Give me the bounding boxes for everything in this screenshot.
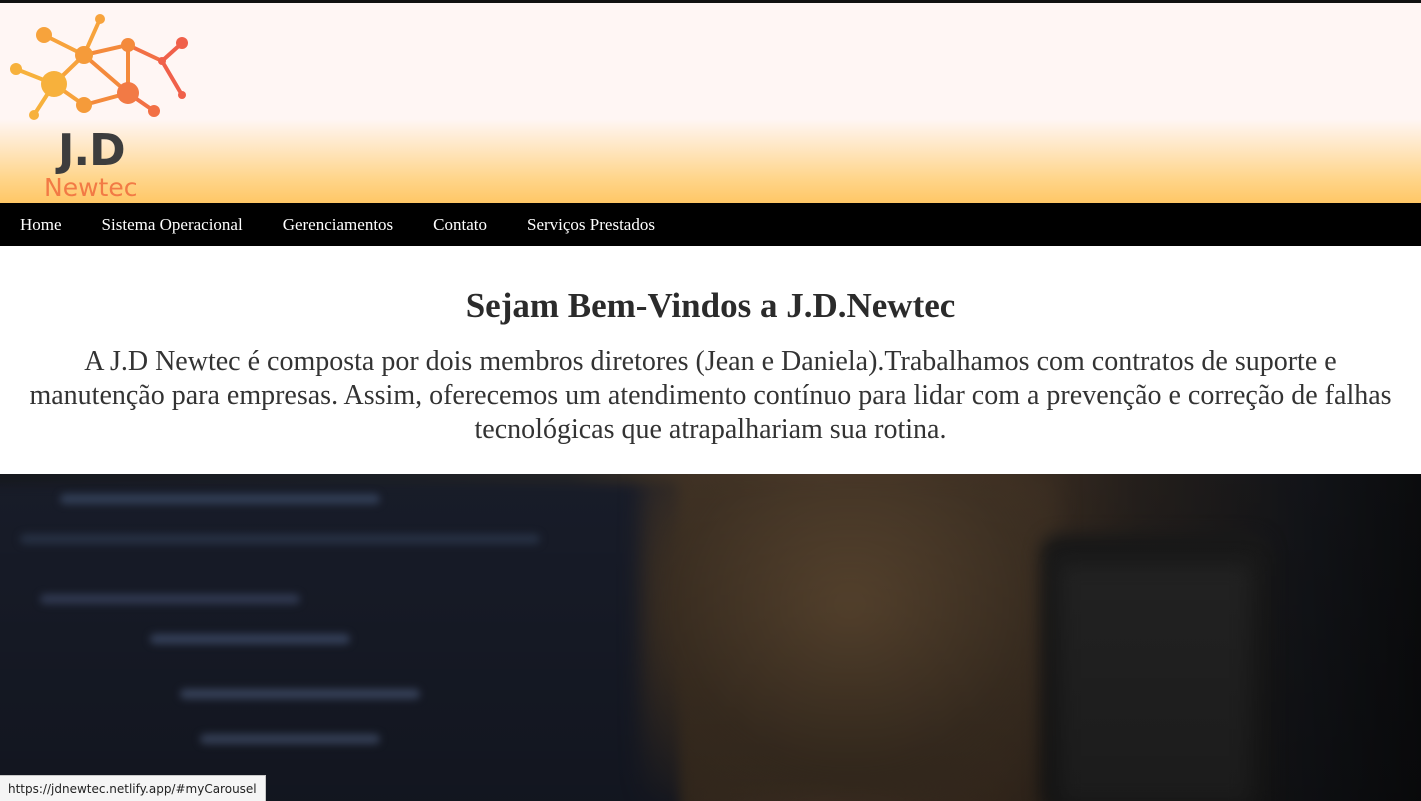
header: J.D Newtec	[0, 3, 1421, 203]
nav-item-contato[interactable]: Contato	[413, 203, 507, 246]
nav-item-gerenciamentos[interactable]: Gerenciamentos	[263, 203, 413, 246]
brand-logo[interactable]: J.D Newtec	[6, 11, 196, 201]
image-carousel[interactable]	[0, 474, 1421, 801]
intro-paragraph: A J.D Newtec é composta por dois membros…	[29, 346, 1392, 445]
molecule-network-icon	[10, 14, 188, 120]
carousel-overlay	[0, 474, 1421, 801]
status-bar-url: https://jdnewtec.netlify.app/#myCarousel	[0, 775, 266, 801]
nav-item-sistema-operacional[interactable]: Sistema Operacional	[82, 203, 263, 246]
page-title: Sejam Bem-Vindos a J.D.Newtec	[465, 286, 956, 325]
nav-item-servicos-prestados[interactable]: Serviços Prestados	[507, 203, 675, 246]
intro-section: Sejam Bem-Vindos a J.D.Newtec A J.D Newt…	[0, 246, 1421, 474]
main-navbar: Home Sistema Operacional Gerenciamentos …	[0, 203, 1421, 246]
brand-title: J.D	[58, 125, 126, 176]
brand-subtitle: Newtec	[44, 173, 138, 202]
nav-item-home[interactable]: Home	[0, 203, 82, 246]
